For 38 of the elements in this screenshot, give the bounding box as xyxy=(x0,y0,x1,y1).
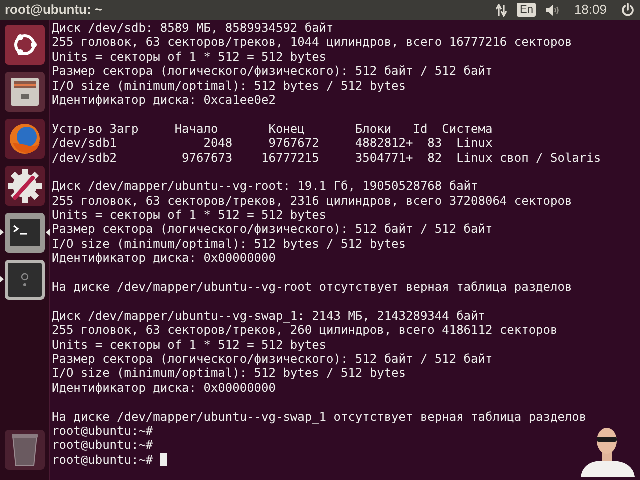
output-line: Units = секторы of 1 * 512 = 512 bytes xyxy=(52,338,327,352)
output-line: Units = секторы of 1 * 512 = 512 bytes xyxy=(52,208,327,222)
output-line: /dev/sdb2 9767673 16777215 3504771+ 82 Linux своп / Solaris xyxy=(52,150,602,165)
network-icon[interactable] xyxy=(496,4,507,16)
clock[interactable]: 18:09 xyxy=(574,0,607,20)
output-line: Диск /dev/mapper/ubuntu--vg-root: 19.1 Гб, 19050528768 байт xyxy=(52,179,478,194)
file-cabinet-icon[interactable] xyxy=(4,72,44,112)
dash-button[interactable] xyxy=(4,25,44,65)
output-line: 255 головок, 63 секторов/треков, 1044 цилиндров, всего 16777216 секторов xyxy=(52,35,572,50)
gear-wrench-icon[interactable] xyxy=(4,166,44,206)
output-line: /dev/sdb1 2048 9767672 4882812+ 83 Linux xyxy=(52,136,493,151)
output-line: Размер сектора (логического/физического): 512 байт / 512 байт xyxy=(52,64,493,79)
output-line: I/O size (minimum/optimal): 512 bytes / 512 bytes xyxy=(52,236,406,252)
trash-icon[interactable] xyxy=(4,430,44,470)
output-line: Идентификатор диска: 0x00000000 xyxy=(52,380,276,396)
output-line: Идентификатор диска: 0xca1ee0e2 xyxy=(52,92,276,108)
output-line: Размер сектора (логического/физического): 512 байт / 512 байт xyxy=(52,222,493,237)
output-line: 255 головок, 63 секторов/треков, 260 цилиндров, всего 4186112 секторов xyxy=(52,323,558,338)
output-line: I/O size (minimum/optimal): 512 bytes / 512 bytes xyxy=(52,366,406,381)
output-line: Идентификатор диска: 0x00000000 xyxy=(52,251,276,266)
app-icon[interactable] xyxy=(4,260,44,300)
terminal-icon[interactable] xyxy=(4,213,44,253)
shell-prompt: root@ubuntu:~# xyxy=(52,452,154,468)
output-line: 255 головок, 63 секторов/треков, 2316 цилиндров, всего 37208064 секторов xyxy=(52,194,572,208)
keyboard-layout-indicator[interactable]: En xyxy=(516,3,536,17)
power-icon[interactable] xyxy=(621,3,635,17)
output-line: Размер сектора (логического/физического): 512 байт / 512 байт xyxy=(52,352,493,366)
volume-icon[interactable] xyxy=(546,4,560,16)
output-line: Units = секторы of 1 * 512 = 512 bytes xyxy=(52,50,327,64)
output-line: I/O size (minimum/optimal): 512 bytes / 512 bytes xyxy=(52,78,406,93)
shell-prompt: root@ubuntu:~# xyxy=(52,424,154,438)
output-line: На диске /dev/mapper/ubuntu--vg-root отсутствует верная таблица разделов xyxy=(52,280,572,294)
output-line: Диск /dev/sdb: 8589 МБ, 8589934592 байт xyxy=(52,21,334,36)
shell-prompt: root@ubuntu:~# xyxy=(52,438,154,453)
window-title: root@ubuntu: ~ xyxy=(5,1,103,20)
output-line: На диске /dev/mapper/ubuntu--vg-swap_1 отсутствует верная таблица разделов xyxy=(52,410,587,424)
output-line: Устр-во Загр Начало Конец Блоки Id Система xyxy=(52,122,493,136)
output-line: Диск /dev/mapper/ubuntu--vg-swap_1: 2143 МБ, 2143289344 байт xyxy=(52,308,486,324)
